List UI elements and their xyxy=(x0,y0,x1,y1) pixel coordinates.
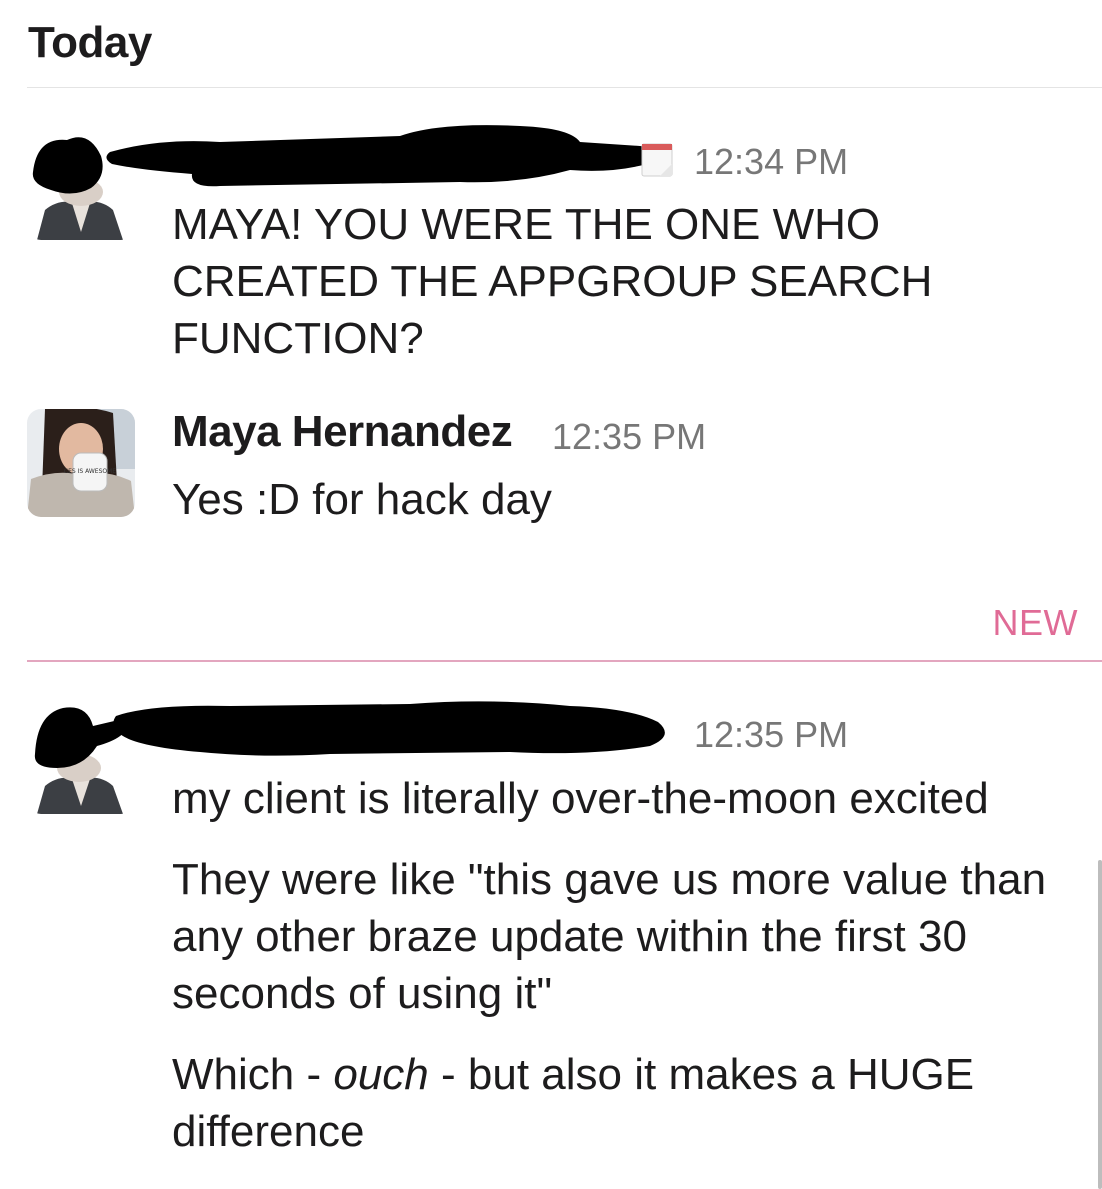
message-paragraph: Yes :D for hack day xyxy=(172,475,552,524)
message-body: MAYA! YOU WERE THE ONE WHO CREATED THE A… xyxy=(172,196,1062,367)
avatar[interactable]: CES IS AWESOME xyxy=(27,409,135,517)
sender-name[interactable]: Maya Hernandez xyxy=(172,407,513,457)
message-paragraph: MAYA! YOU WERE THE ONE WHO CREATED THE A… xyxy=(172,200,933,363)
day-divider xyxy=(27,87,1102,88)
avatar-image: CES IS AWESOME xyxy=(27,409,135,517)
new-messages-label: NEW xyxy=(992,602,1078,643)
day-header: Today xyxy=(28,18,152,67)
message-body: Yes :D for hack day xyxy=(172,471,1062,528)
scrollbar[interactable] xyxy=(1098,860,1102,1189)
message-body: my client is literally over-the-moon exc… xyxy=(172,770,1062,1160)
timestamp[interactable]: 12:34 PM xyxy=(694,141,848,183)
mug-text: CES IS AWESOME xyxy=(64,468,116,475)
calendar-icon xyxy=(640,140,676,185)
new-messages-divider xyxy=(27,660,1102,662)
redacted-sender-name xyxy=(113,701,665,756)
timestamp[interactable]: 12:35 PM xyxy=(552,416,706,458)
redacted-sender-name xyxy=(106,125,665,187)
message-paragraph: my client is literally over-the-moon exc… xyxy=(172,774,989,823)
text-segment: Which - xyxy=(172,1050,334,1099)
message-paragraph: They were like "this gave us more value … xyxy=(172,855,1047,1018)
emphasized-text: ouch xyxy=(333,1050,429,1099)
timestamp[interactable]: 12:35 PM xyxy=(694,714,848,756)
message-paragraph: Which - ouch - but also it makes a HUGE … xyxy=(172,1046,1062,1160)
